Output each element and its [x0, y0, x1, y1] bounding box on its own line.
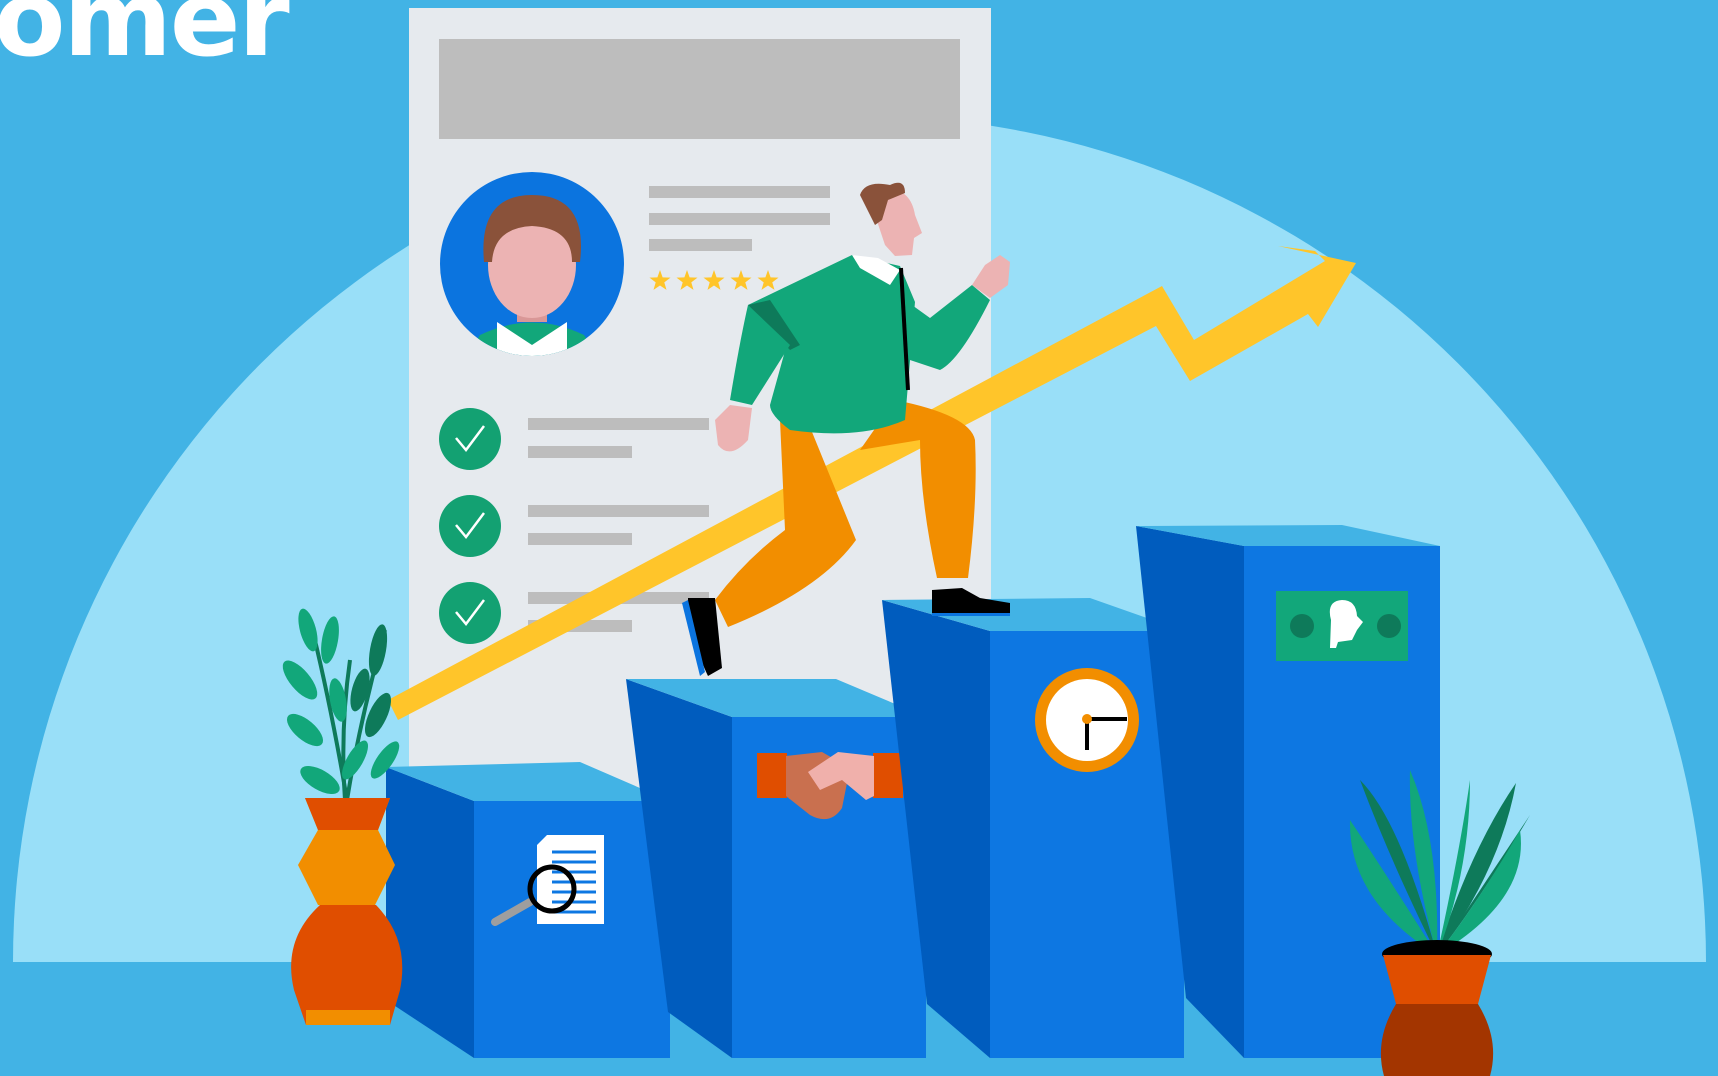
growth-step-3 [882, 598, 1184, 1058]
illustration [13, 8, 1706, 1076]
check-icon [439, 495, 501, 557]
banknote-icon [1276, 591, 1408, 661]
growth-step-1 [386, 762, 670, 1058]
growth-step-2 [626, 679, 926, 1058]
illustration-scene: omer [0, 0, 1718, 1076]
clock-icon [1035, 668, 1139, 772]
check-icon [439, 582, 501, 644]
card-header-bar [439, 39, 960, 139]
check-icon [439, 408, 501, 470]
